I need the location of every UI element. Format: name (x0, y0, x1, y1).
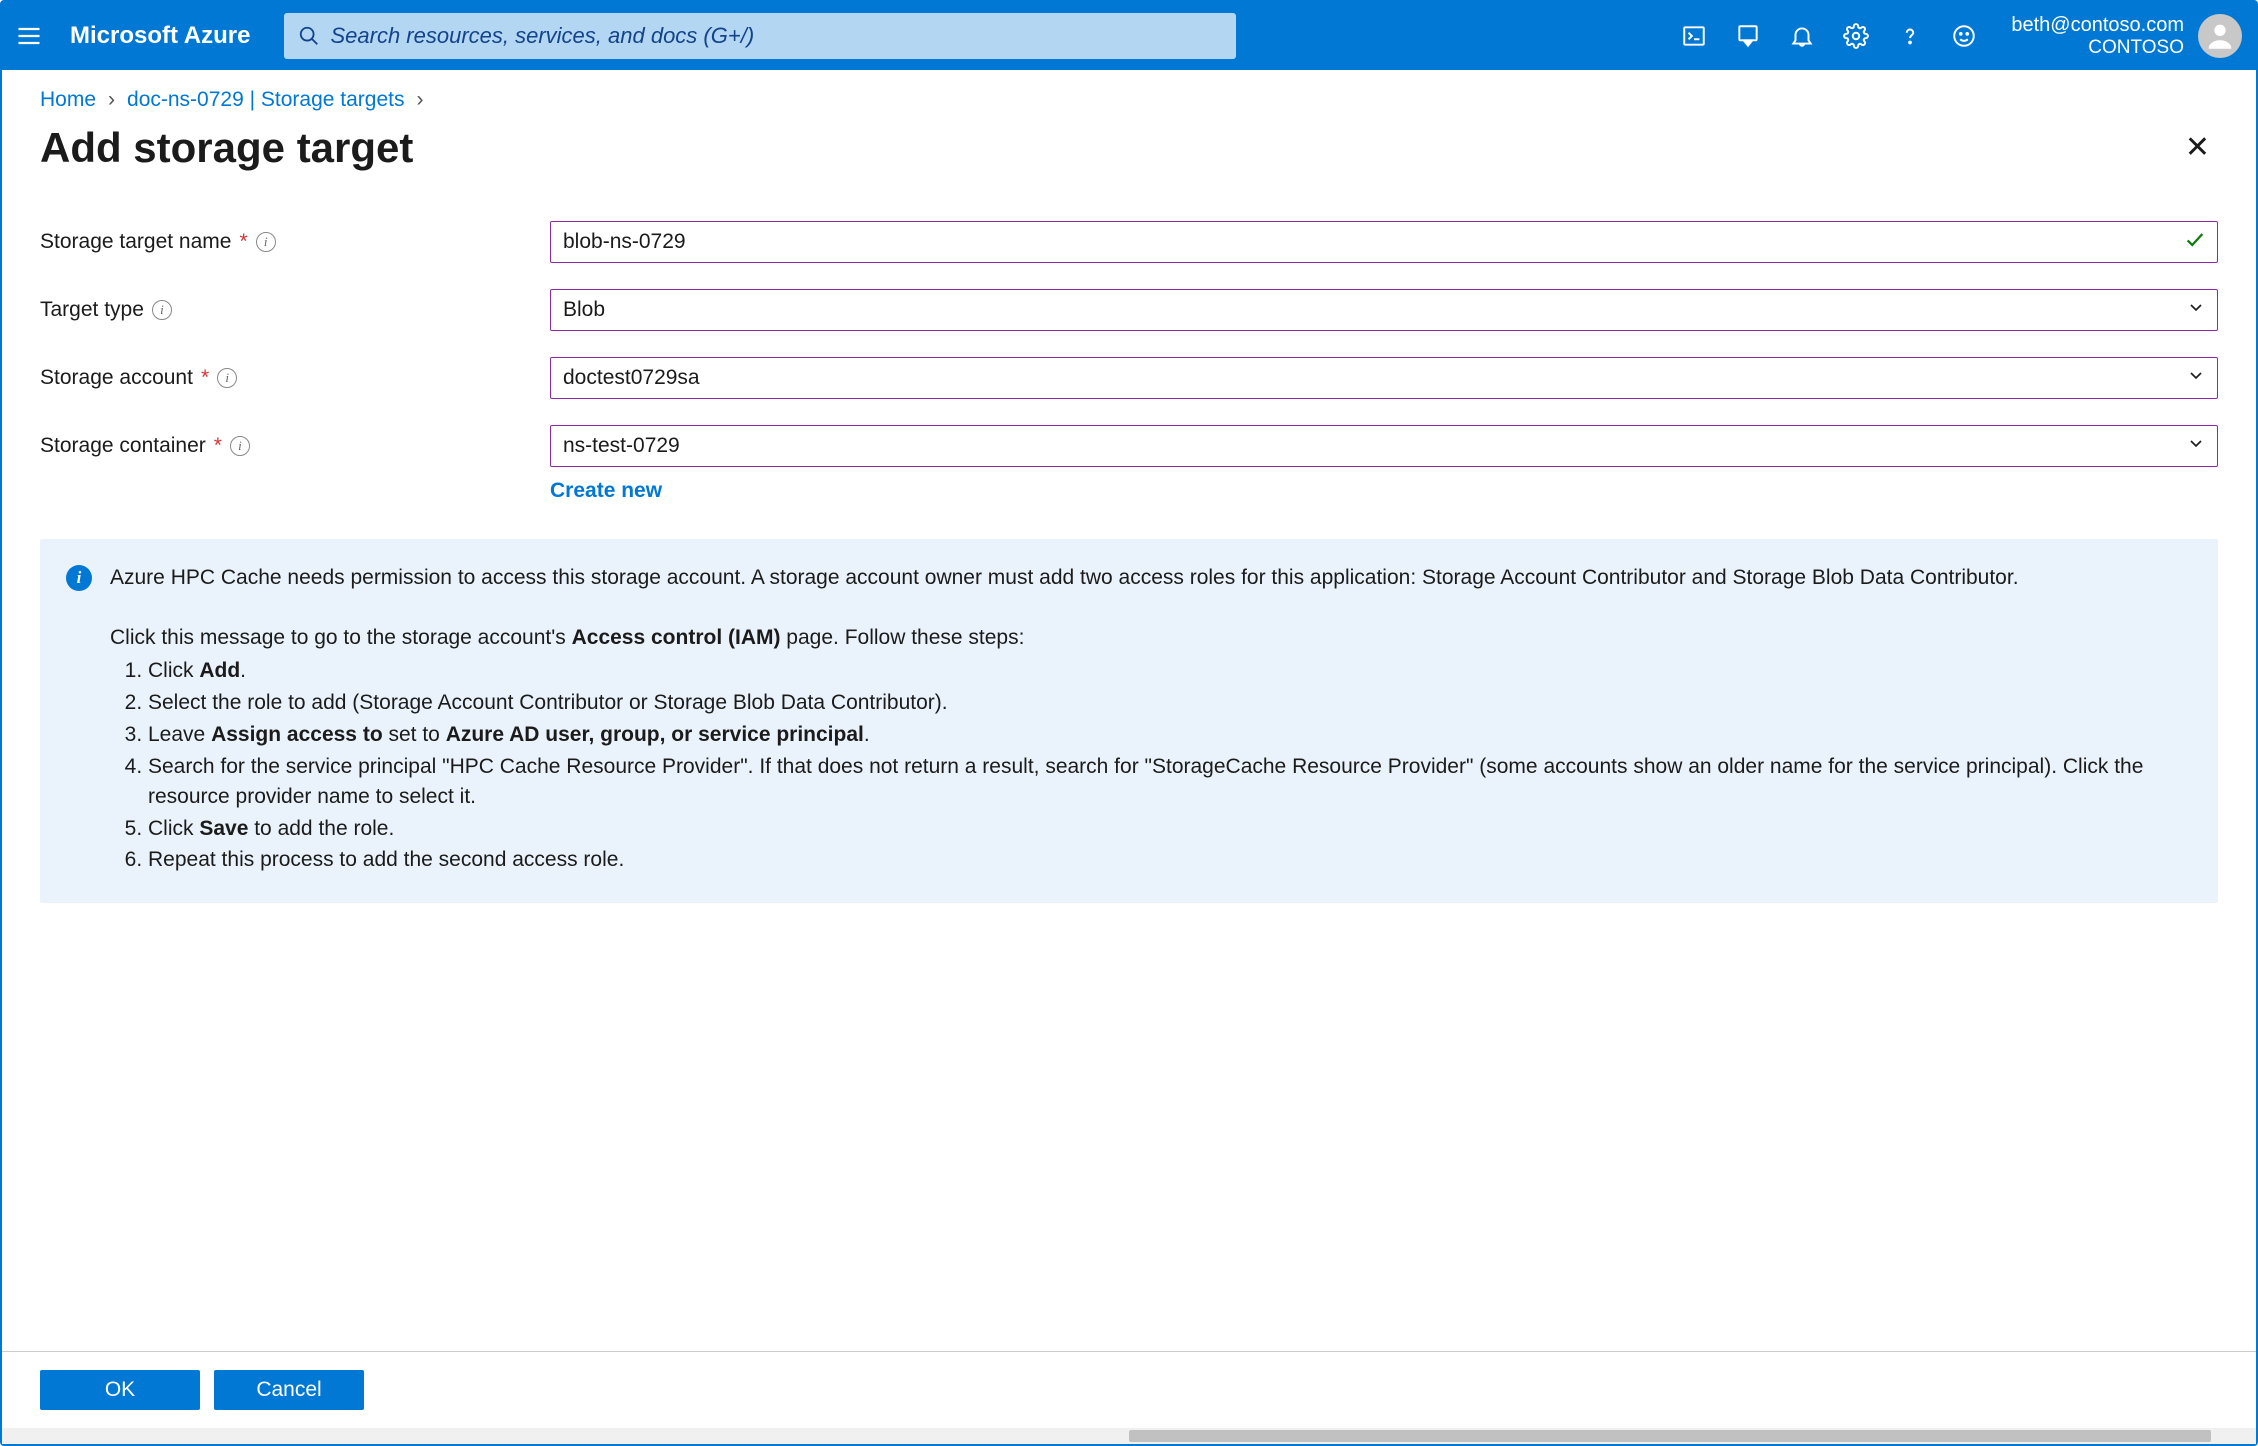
tenant-name: CONTOSO (2011, 37, 2184, 60)
storage-account-select[interactable]: doctest0729sa (550, 357, 2218, 399)
cloud-shell-icon[interactable] (1667, 2, 1721, 70)
check-icon (2184, 229, 2206, 256)
info-icon[interactable]: i (152, 300, 172, 320)
settings-icon[interactable] (1829, 2, 1883, 70)
notifications-icon[interactable] (1775, 2, 1829, 70)
brand-label[interactable]: Microsoft Azure (56, 22, 276, 50)
info-step-1: Click Add. (148, 656, 2192, 686)
info-icon[interactable]: i (256, 232, 276, 252)
page-title: Add storage target (40, 124, 413, 172)
breadcrumb: Home › doc-ns-0729 | Storage targets › (2, 70, 2256, 112)
target-type-label: Target type (40, 298, 144, 322)
title-bar: Add storage target ✕ (2, 112, 2256, 201)
info-body: Azure HPC Cache needs permission to acce… (110, 563, 2192, 877)
search-input[interactable] (330, 23, 1222, 49)
ok-button[interactable]: OK (40, 1370, 200, 1410)
chevron-right-icon: › (416, 88, 423, 112)
storage-container-label: Storage container (40, 434, 206, 458)
breadcrumb-resource[interactable]: doc-ns-0729 | Storage targets (127, 88, 404, 112)
chevron-right-icon: › (108, 88, 115, 112)
info-icon[interactable]: i (230, 436, 250, 456)
info-step-5: Click Save to add the role. (148, 814, 2192, 844)
user-email: beth@contoso.com (2011, 13, 2184, 37)
info-step-4: Search for the service principal "HPC Ca… (148, 752, 2192, 812)
info-icon[interactable]: i (217, 368, 237, 388)
avatar[interactable] (2198, 14, 2242, 58)
account-block[interactable]: beth@contoso.com CONTOSO (1991, 13, 2242, 60)
required-marker: * (239, 230, 247, 254)
storage-target-name-input[interactable] (550, 221, 2218, 263)
footer: OK Cancel (2, 1351, 2256, 1428)
info-steps: Click Add. Select the role to add (Stora… (148, 656, 2192, 875)
feedback-icon[interactable] (1937, 2, 1991, 70)
target-type-select[interactable]: Blob (550, 289, 2218, 331)
directory-filter-icon[interactable] (1721, 2, 1775, 70)
search-icon (298, 25, 320, 47)
required-marker: * (214, 434, 222, 458)
global-search[interactable] (284, 13, 1236, 59)
info-step-2: Select the role to add (Storage Account … (148, 688, 2192, 718)
cancel-button[interactable]: Cancel (214, 1370, 364, 1410)
close-button[interactable]: ✕ (2177, 122, 2218, 173)
header-icons (1667, 2, 1991, 70)
storage-container-select[interactable]: ns-test-0729 (550, 425, 2218, 467)
info-step-6: Repeat this process to add the second ac… (148, 845, 2192, 875)
top-bar: Microsoft Azure beth@contoso.com CONTOSO (2, 2, 2256, 70)
help-icon[interactable] (1883, 2, 1937, 70)
info-box[interactable]: i Azure HPC Cache needs permission to ac… (40, 539, 2218, 903)
storage-account-label: Storage account (40, 366, 193, 390)
storage-target-name-label: Storage target name (40, 230, 231, 254)
required-marker: * (201, 366, 209, 390)
info-intro: Azure HPC Cache needs permission to acce… (110, 563, 2192, 593)
horizontal-scrollbar[interactable] (2, 1428, 2256, 1444)
info-step-3: Leave Assign access to set to Azure AD u… (148, 720, 2192, 750)
info-icon: i (66, 565, 92, 591)
hamburger-menu[interactable] (2, 2, 56, 70)
form: Storage target name * i Target type i Bl… (2, 201, 2256, 503)
create-new-link[interactable]: Create new (550, 479, 662, 503)
info-click-line: Click this message to go to the storage … (110, 623, 2192, 653)
scrollbar-thumb[interactable] (1129, 1430, 2211, 1442)
breadcrumb-home[interactable]: Home (40, 88, 96, 112)
